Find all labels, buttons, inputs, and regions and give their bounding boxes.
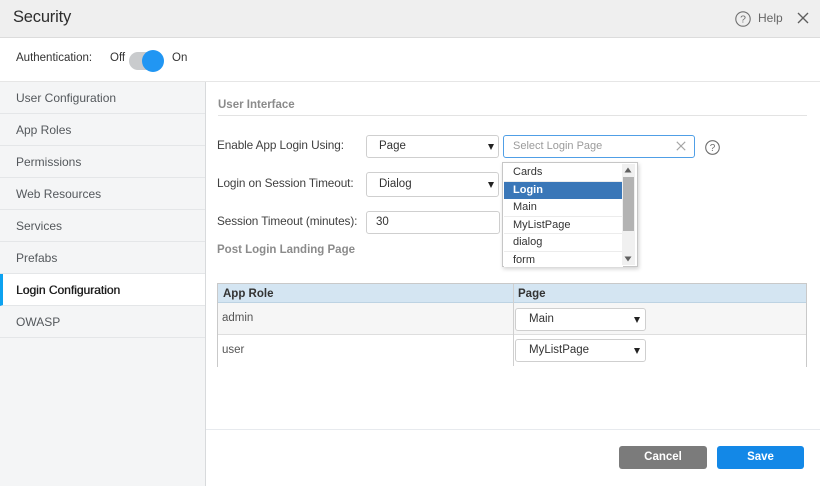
svg-text:?: ? — [709, 143, 715, 154]
svg-text:?: ? — [740, 14, 746, 26]
